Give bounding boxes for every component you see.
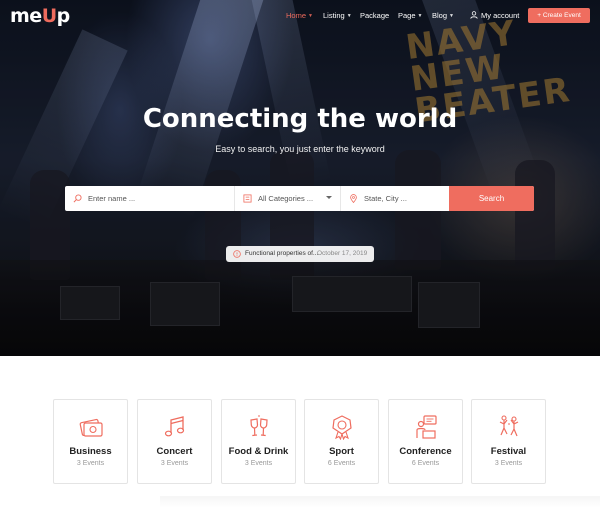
nav-item-home[interactable]: Home ▼	[286, 11, 313, 20]
category-card-festival[interactable]: Festival 3 Events	[471, 399, 546, 484]
chevron-down-icon: ▼	[346, 13, 352, 20]
announcement-title: Functional properties of...	[245, 250, 319, 257]
medal-icon	[332, 415, 352, 440]
cheers-glasses-icon	[250, 415, 268, 437]
section-divider	[160, 496, 600, 508]
announcement-date: October 17, 2019	[317, 250, 368, 257]
category-event-count: 3 Events	[76, 460, 105, 467]
chevron-down-icon: ▼	[449, 13, 454, 20]
nav-item-page[interactable]: Page ▼	[398, 11, 422, 20]
dancers-icon	[499, 415, 519, 437]
category-card-concert[interactable]: Concert 3 Events	[137, 399, 212, 484]
list-icon	[243, 194, 252, 203]
hero-title: Connecting the world	[142, 104, 458, 134]
category-event-count: 3 Events	[160, 460, 189, 467]
money-icon	[79, 418, 103, 437]
location-input[interactable]: State, City ...	[341, 186, 449, 211]
announcement-pill[interactable]: Functional properties of... October 17, …	[226, 246, 374, 262]
chevron-down-icon	[326, 196, 332, 199]
search-bar: Enter name ... All Categories ... State,…	[65, 186, 534, 211]
hero-subtitle: Easy to search, you just enter the keywo…	[215, 144, 385, 154]
category-name: Concert	[156, 446, 193, 457]
category-name: Food & Drink	[228, 446, 289, 457]
hero-banner: NAVY NEW BEATER meUp Home ▼ Listing ▼ Pack…	[0, 0, 600, 356]
category-card-conference[interactable]: Conference 6 Events	[388, 399, 463, 484]
category-event-count: 3 Events	[494, 460, 523, 467]
category-event-count: 6 Events	[411, 460, 440, 467]
nav-item-blog[interactable]: Blog ▼	[432, 11, 454, 20]
map-pin-icon	[350, 194, 357, 203]
name-search-placeholder: Enter name ...	[88, 194, 136, 203]
category-event-count: 6 Events	[327, 460, 356, 467]
category-card-sport[interactable]: Sport 6 Events	[304, 399, 379, 484]
category-name: Sport	[329, 446, 354, 457]
chevron-down-icon: ▼	[308, 13, 313, 20]
hero-overlay	[0, 0, 600, 356]
category-select-value: All Categories ...	[258, 194, 314, 203]
top-navigation: meUp Home ▼ Listing ▼ Package Page ▼ Blog ▼ …	[0, 0, 600, 34]
category-select[interactable]: All Categories ...	[235, 186, 341, 211]
category-name: Conference	[399, 446, 452, 457]
my-account-link[interactable]: My account	[470, 11, 519, 20]
category-event-count: 3 Events	[244, 460, 273, 467]
nav-item-package[interactable]: Package	[360, 11, 389, 20]
chevron-down-icon: ▼	[417, 13, 423, 20]
music-note-icon	[164, 416, 185, 437]
location-placeholder: State, City ...	[364, 194, 407, 203]
category-name: Festival	[490, 446, 527, 457]
search-icon	[73, 194, 82, 203]
category-card-food-drink[interactable]: Food & Drink 3 Events	[221, 399, 296, 484]
category-name: Business	[69, 446, 112, 457]
user-icon	[470, 11, 478, 19]
info-icon	[233, 250, 241, 258]
create-event-button[interactable]: + Create Event	[528, 8, 590, 23]
nav-item-listing[interactable]: Listing ▼	[323, 11, 352, 20]
category-card-business[interactable]: Business 3 Events	[53, 399, 128, 484]
search-button[interactable]: Search	[449, 186, 534, 211]
name-search-input[interactable]: Enter name ...	[65, 186, 235, 211]
site-logo[interactable]: meUp	[10, 5, 70, 27]
presentation-icon	[416, 415, 437, 439]
